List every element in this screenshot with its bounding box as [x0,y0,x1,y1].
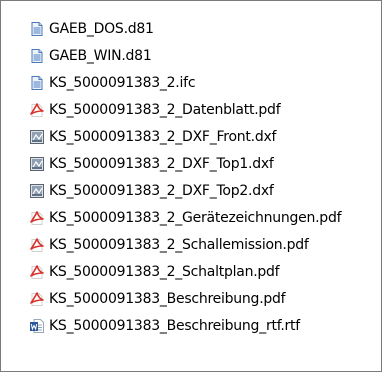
file-list-panel: GAEB_DOS.d81 GAEB_WIN.d81 KS_5000091383_… [0,0,382,372]
pdf-file-icon [29,237,45,253]
file-list-item[interactable]: KS_5000091383_2_DXF_Top2.dxf [29,177,381,204]
file-name: GAEB_WIN.d81 [49,47,152,64]
file-list-item[interactable]: KS_5000091383_2_DXF_Top1.dxf [29,150,381,177]
file-list-item[interactable]: KS_5000091383_2_DXF_Front.dxf [29,123,381,150]
generic-file-icon [29,48,45,64]
file-name: KS_5000091383_2_Schallemission.pdf [49,236,309,253]
file-list-item[interactable]: GAEB_DOS.d81 [29,15,381,42]
file-name: KS_5000091383_2_DXF_Front.dxf [49,128,277,145]
file-list-item[interactable]: GAEB_WIN.d81 [29,42,381,69]
file-list-item[interactable]: KS_5000091383_2.ifc [29,69,381,96]
file-name: KS_5000091383_Beschreibung_rtf.rtf [49,317,300,334]
file-list-item[interactable]: KS_5000091383_Beschreibung.pdf [29,285,381,312]
generic-file-icon [29,75,45,91]
file-name: KS_5000091383_2_DXF_Top1.dxf [49,155,274,172]
file-list-item[interactable]: KS_5000091383_2_Gerätezeichnungen.pdf [29,204,381,231]
file-list-item[interactable]: KS_5000091383_2_Schallemission.pdf [29,231,381,258]
generic-file-icon [29,21,45,37]
file-list: GAEB_DOS.d81 GAEB_WIN.d81 KS_5000091383_… [29,15,381,339]
pdf-file-icon [29,210,45,226]
file-name: GAEB_DOS.d81 [49,20,154,37]
file-name: KS_5000091383_Beschreibung.pdf [49,290,286,307]
file-list-item[interactable]: KS_5000091383_Beschreibung_rtf.rtf [29,312,381,339]
dxf-file-icon [29,183,45,199]
dxf-file-icon [29,156,45,172]
pdf-file-icon [29,264,45,280]
file-list-item[interactable]: KS_5000091383_2_Datenblatt.pdf [29,96,381,123]
file-name: KS_5000091383_2.ifc [49,74,196,91]
pdf-file-icon [29,102,45,118]
pdf-file-icon [29,291,45,307]
dxf-file-icon [29,129,45,145]
file-name: KS_5000091383_2_Schaltplan.pdf [49,263,280,280]
file-name: KS_5000091383_2_DXF_Top2.dxf [49,182,274,199]
file-name: KS_5000091383_2_Datenblatt.pdf [49,101,281,118]
file-name: KS_5000091383_2_Gerätezeichnungen.pdf [49,209,342,226]
file-list-item[interactable]: KS_5000091383_2_Schaltplan.pdf [29,258,381,285]
word-file-icon [29,318,45,334]
